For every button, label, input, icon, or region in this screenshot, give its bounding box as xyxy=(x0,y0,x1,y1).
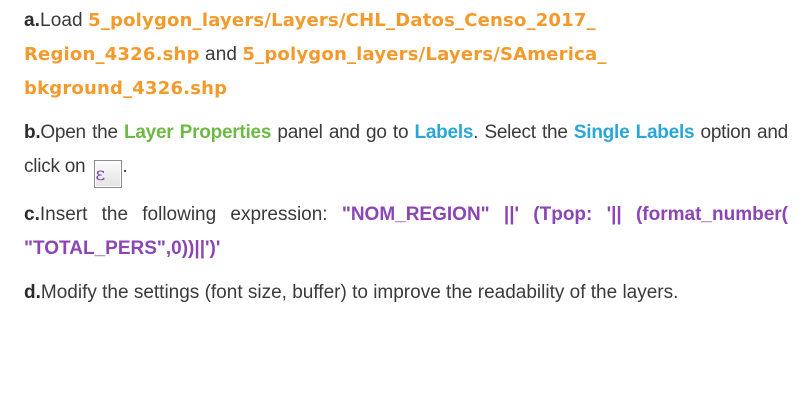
step-text: . Select the xyxy=(473,122,574,143)
step-c: c.Insert the following expression: "NOM_… xyxy=(24,198,788,266)
instruction-list: a.Load 5_polygon_layers/Layers/CHL_Datos… xyxy=(0,0,802,413)
step-text: panel and go to xyxy=(271,122,415,143)
file-path-part: 5_polygon_layers/Layers/CHL_Datos_Censo_… xyxy=(88,10,596,31)
step-d: d.Modify the settings (font size, buffer… xyxy=(24,276,788,310)
step-text: Modify the settings (font size, buffer) … xyxy=(40,282,679,303)
single-labels-term: Single Labels xyxy=(573,122,695,143)
step-marker: c. xyxy=(24,204,40,225)
step-marker: d. xyxy=(24,282,41,303)
layer-properties-term: Layer Properties xyxy=(124,122,272,143)
file-path-part: bkground_4326.shp xyxy=(24,78,228,99)
step-marker: a. xyxy=(24,10,41,31)
labels-term: Labels xyxy=(414,122,474,143)
step-text: Insert the following expression: xyxy=(39,204,342,225)
expression-epsilon-button[interactable]: ε xyxy=(94,160,123,188)
step-a: a.Load 5_polygon_layers/Layers/CHL_Datos… xyxy=(24,4,788,106)
step-marker: b. xyxy=(24,122,41,143)
step-text: Load xyxy=(40,10,89,31)
step-text: Open the xyxy=(40,122,124,143)
file-path-part: Region_4326.shp xyxy=(24,44,200,65)
step-b: b.Open the Layer Properties panel and go… xyxy=(24,116,788,188)
step-text: . xyxy=(122,156,128,177)
file-path-part: 5_polygon_layers/Layers/SAmerica_ xyxy=(242,44,607,65)
step-text: and xyxy=(199,44,243,65)
